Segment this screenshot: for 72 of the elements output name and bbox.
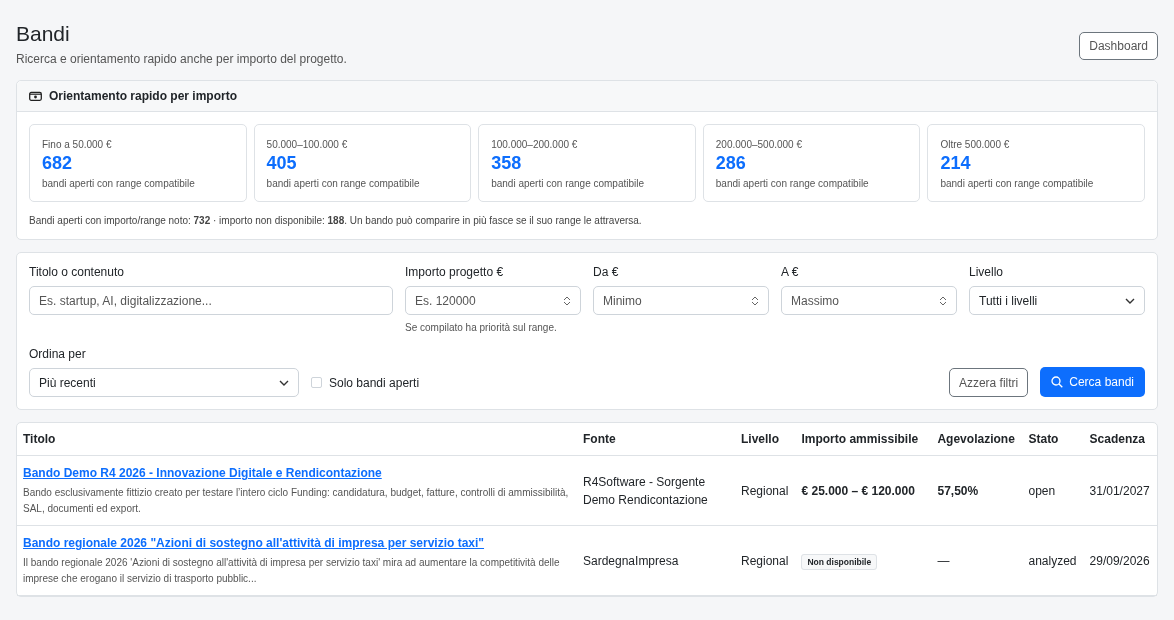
min-field[interactable]: Minimo — [593, 286, 769, 315]
table-cell: SardegnaImpresa — [583, 553, 679, 568]
max-field[interactable]: Massimo — [781, 286, 957, 315]
bando-link[interactable]: Bando regionale 2026 "Azioni di sostegno all'attività di impresa per servizio taxi" — [23, 534, 571, 552]
range-card[interactable]: Oltre 500.000 € 214 bandi aperti con range compatibile — [927, 124, 1145, 202]
range-count: 286 — [715, 153, 746, 174]
table-cell: Regional — [741, 483, 789, 498]
range-count: 405 — [266, 153, 297, 174]
field-label: Livello — [969, 265, 1004, 279]
spinner-arrows-icon — [751, 295, 759, 307]
field-label: Importo progetto € — [405, 265, 504, 279]
column-header: Importo ammissibile — [795, 423, 932, 456]
field-label: Da € — [593, 265, 619, 279]
range-label: 100.000–200.000 € — [491, 139, 578, 150]
table-cell: 57,50% — [937, 483, 979, 498]
column-header: Fonte — [577, 423, 735, 456]
level-select[interactable]: Tutti i livelli — [969, 286, 1145, 315]
checkbox-label: Solo bandi aperti — [329, 375, 420, 390]
range-label: Oltre 500.000 € — [940, 139, 1010, 150]
amount-field[interactable]: Es. 120000 — [405, 286, 581, 315]
range-count: 682 — [42, 153, 73, 174]
open-only-checkbox[interactable] — [311, 377, 322, 388]
range-caption: bandi aperti con range compatibile — [266, 178, 420, 189]
search-icon — [1051, 376, 1064, 388]
range-caption: bandi aperti con range compatibile — [42, 178, 195, 189]
bando-link[interactable]: Bando Demo R4 2026 - Innovazione Digitale e Rendicontazione — [23, 464, 571, 482]
column-header: Scadenza — [1083, 423, 1157, 456]
table-cell: 29/09/2026 — [1089, 553, 1150, 568]
range-card[interactable]: Fino a 50.000 € 682 bandi aperti con range compatibile — [29, 124, 247, 202]
field-label: A € — [781, 265, 799, 279]
search-field[interactable]: Es. startup, AI, digitalizzazione... — [29, 286, 393, 315]
spinner-arrows-icon — [939, 295, 947, 307]
column-header: Titolo — [17, 423, 577, 456]
reset-filters-button[interactable]: Azzera filtri — [948, 368, 1029, 397]
table-cell: Regional — [741, 553, 789, 568]
chevron-down-icon — [1125, 297, 1135, 304]
column-header: Livello — [735, 423, 796, 456]
range-caption: bandi aperti con range compatibile — [491, 178, 645, 189]
page-subtitle: Ricerca e orientamento rapido anche per importo del progetto. — [16, 52, 347, 66]
spinner-arrows-icon — [563, 295, 571, 307]
bando-description: Bando esclusivamente fittizio creato per testare l’intero ciclo Funding: candidatura, budget, fatture, controlli di ammissibilità, SAL, documenti ed export. — [23, 486, 570, 516]
range-caption: bandi aperti con range compatibile — [715, 178, 869, 189]
cash-icon — [29, 91, 42, 101]
range-count: 358 — [491, 153, 522, 174]
range-card[interactable]: 50.000–100.000 € 405 bandi aperti con range compatibile — [253, 124, 472, 202]
table-cell: 31/01/2027 — [1089, 483, 1150, 498]
table-cell: — — [937, 553, 950, 568]
status-badge: Non disponibile — [801, 553, 878, 570]
search-button[interactable]: Cerca bandi — [1040, 367, 1145, 397]
range-count: 214 — [940, 153, 971, 174]
range-card[interactable]: 100.000–200.000 € 358 bandi aperti con range compatibile — [478, 124, 696, 202]
page-title: Bandi — [16, 22, 71, 46]
chevron-down-icon — [279, 379, 289, 386]
dashboard-button[interactable]: Dashboard — [1079, 32, 1158, 60]
table-cell: € 25.000 – € 120.000 — [801, 483, 915, 498]
field-label: Titolo o contenuto — [29, 265, 124, 279]
range-label: Fino a 50.000 € — [42, 139, 112, 150]
range-label: 50.000–100.000 € — [266, 139, 348, 150]
range-caption: bandi aperti con range compatibile — [940, 178, 1094, 189]
table-cell: R4Software - Sorgente Demo Rendicontazione — [583, 474, 708, 507]
table-cell: analyzed — [1028, 553, 1077, 568]
bando-description: Il bando regionale 2026 'Azioni di sostegno all'attività di impresa per servizio taxi' mira ad aumentare la competitività delle imprese che erogano il servizio di trasporto pubblic... — [23, 556, 561, 586]
card-title: Orientamento rapido per importo — [49, 89, 237, 103]
sort-select[interactable]: Più recenti — [29, 368, 299, 397]
help-text: Se compilato ha priorità sul range. — [405, 322, 557, 333]
column-header: Agevolazione — [931, 423, 1023, 456]
range-note: Bandi aperti con importo/range noto: 732 · importo non disponibile: 188. Un bando può comparire in più fasce se il suo range le attraversa. — [29, 215, 642, 226]
field-label: Ordina per — [29, 347, 86, 361]
column-header: Stato — [1022, 423, 1084, 456]
table-cell: open — [1028, 483, 1056, 498]
range-card[interactable]: 200.000–500.000 € 286 bandi aperti con range compatibile — [702, 124, 921, 202]
range-label: 200.000–500.000 € — [715, 139, 802, 150]
